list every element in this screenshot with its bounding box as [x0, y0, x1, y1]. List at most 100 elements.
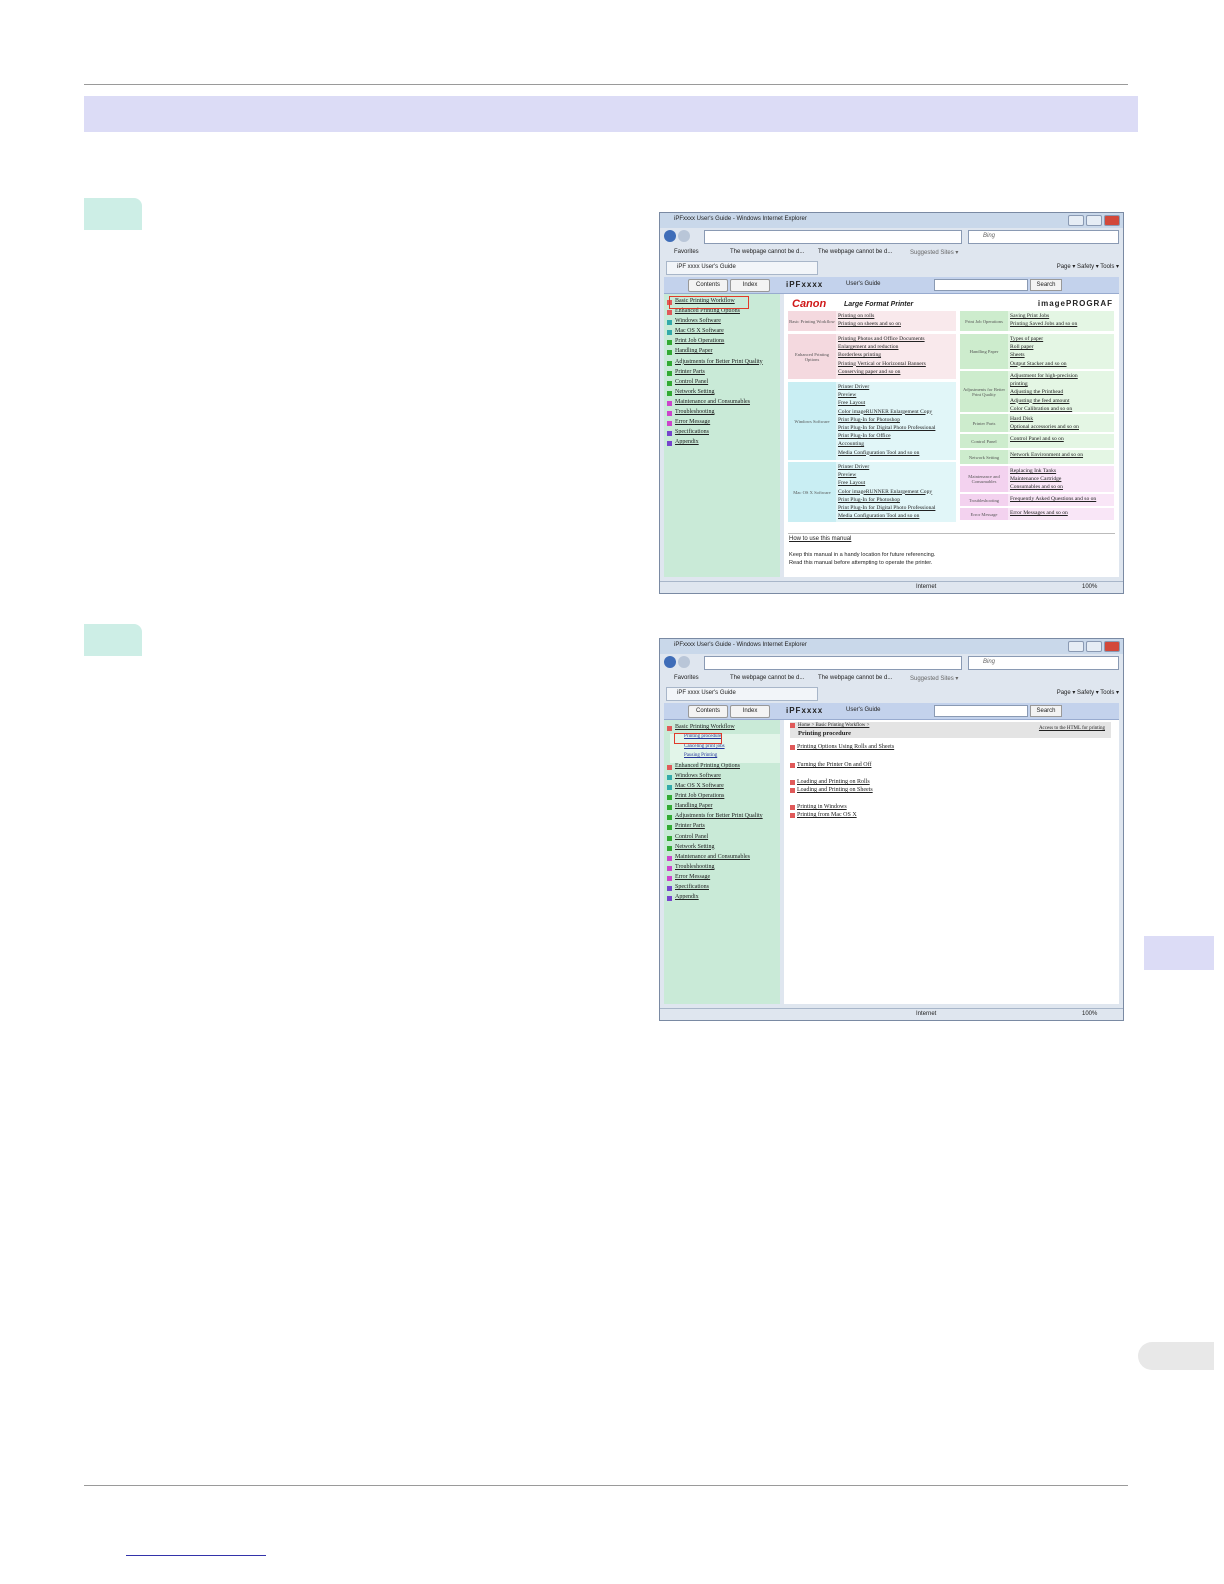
browser-tab[interactable]: iPF xxxx User's Guide	[666, 261, 818, 275]
sidebar-item-13[interactable]: Specifications	[664, 884, 780, 894]
url-input[interactable]	[704, 230, 962, 244]
right-cell-0-link-1[interactable]: Printing Saved Jobs and so on	[1010, 320, 1077, 328]
right-cell-4-link-0[interactable]: Control Panel and so on	[1010, 435, 1064, 443]
left-cell-0-link-0[interactable]: Printing on rolls	[838, 312, 901, 320]
breadcrumb[interactable]: Home > Basic Printing Workflow >	[798, 723, 869, 728]
guide-search-input[interactable]	[934, 705, 1028, 717]
how-to-link[interactable]: How to use this manual	[789, 536, 851, 542]
access-html-link[interactable]: Access to the HTML for printing	[1039, 726, 1105, 731]
close-icon[interactable]	[1104, 641, 1120, 652]
link-6[interactable]: Printing from Mac OS X	[790, 812, 857, 818]
left-cell-3-link-5[interactable]: Print Plug-In for Digital Photo Professi…	[838, 504, 935, 512]
sidebar-item-1[interactable]: Enhanced Printing Options	[664, 308, 780, 318]
left-cell-1-link-0[interactable]: Printing Photos and Office Documents	[838, 335, 926, 343]
left-cell-2-link-6[interactable]: Print Plug-In for Office	[838, 432, 935, 440]
maximize-icon[interactable]	[1086, 215, 1102, 226]
sidebar-item-6[interactable]: Adjustments for Better Print Quality	[664, 359, 780, 369]
sidebar-subitem-2[interactable]: Pausing Printing	[670, 753, 780, 763]
link-4[interactable]: Loading and Printing on Sheets	[790, 787, 873, 793]
command-bar[interactable]: Page ▾ Safety ▾ Tools ▾	[1057, 689, 1119, 696]
left-cell-1-link-2[interactable]: Borderless printing	[838, 351, 926, 359]
left-cell-3-link-1[interactable]: Preview	[838, 471, 935, 479]
sidebar-item-10[interactable]: Maintenance and Consumables	[664, 854, 780, 864]
forward-icon[interactable]	[678, 656, 690, 668]
sidebar-item-4[interactable]: Print Job Operations	[664, 338, 780, 348]
suggested-sites[interactable]: Suggested Sites ▾	[910, 675, 958, 682]
zoom-label[interactable]: 100%	[1082, 1011, 1097, 1017]
right-cell-2-link-2[interactable]: Adjusting the Printhead	[1010, 388, 1078, 396]
left-cell-3-link-0[interactable]: Printer Driver	[838, 463, 935, 471]
sidebar-item-8[interactable]: Control Panel	[664, 379, 780, 389]
right-cell-2-link-4[interactable]: Color Calibration and so on	[1010, 405, 1078, 413]
left-cell-1-link-1[interactable]: Enlargement and reduction	[838, 343, 926, 351]
right-cell-1-link-0[interactable]: Types of paper	[1010, 335, 1067, 343]
sidebar-item-5[interactable]: Handling Paper	[664, 348, 780, 358]
right-cell-5-link-0[interactable]: Network Environment and so on	[1010, 451, 1083, 459]
right-cell-0-link-0[interactable]: Saving Print Jobs	[1010, 312, 1077, 320]
fav-link-2[interactable]: The webpage cannot be d...	[818, 675, 892, 681]
index-button[interactable]: Index	[730, 705, 770, 718]
minimize-icon[interactable]	[1068, 641, 1084, 652]
right-cell-2-link-1[interactable]: printing	[1010, 380, 1078, 388]
link-5[interactable]: Printing in Windows	[790, 804, 847, 810]
sidebar-subitem-1[interactable]: Canceling print jobs	[670, 743, 780, 754]
left-cell-2-link-1[interactable]: Preview	[838, 391, 935, 399]
favorites-button[interactable]: Favorites	[674, 249, 699, 255]
command-bar[interactable]: Page ▾ Safety ▾ Tools ▾	[1057, 263, 1119, 270]
link-3[interactable]: Loading and Printing on Rolls	[790, 779, 870, 785]
link-2[interactable]: Turning the Printer On and Off	[790, 762, 872, 768]
sidebar-item-1[interactable]: Enhanced Printing Options	[664, 763, 780, 773]
right-cell-1-link-2[interactable]: Sheets	[1010, 351, 1067, 359]
forward-icon[interactable]	[678, 230, 690, 242]
contents-button[interactable]: Contents	[688, 279, 728, 292]
left-cell-2-link-2[interactable]: Free Layout	[838, 399, 935, 407]
sidebar-item-2[interactable]: Windows Software	[664, 318, 780, 328]
sidebar-item-5[interactable]: Handling Paper	[664, 803, 780, 813]
sidebar-item-10[interactable]: Maintenance and Consumables	[664, 399, 780, 409]
left-cell-2-link-4[interactable]: Print Plug-In for Photoshop	[838, 416, 935, 424]
favorites-button[interactable]: Favorites	[674, 675, 699, 681]
zoom-label[interactable]: 100%	[1082, 584, 1097, 590]
right-cell-2-link-0[interactable]: Adjustment for high-precision	[1010, 372, 1078, 380]
sidebar-item-6[interactable]: Adjustments for Better Print Quality	[664, 813, 780, 823]
left-cell-3-link-6[interactable]: Media Configuration Tool and so on	[838, 512, 935, 520]
left-cell-3-link-3[interactable]: Color imageRUNNER Enlargement Copy	[838, 488, 935, 496]
right-cell-6-link-2[interactable]: Consumables and so on	[1010, 483, 1063, 491]
right-cell-1-link-1[interactable]: Roll paper	[1010, 343, 1067, 351]
sidebar-item-7[interactable]: Printer Parts	[664, 823, 780, 833]
right-cell-2-link-3[interactable]: Adjusting the feed amount	[1010, 397, 1078, 405]
right-cell-3-link-1[interactable]: Optional accessories and so on	[1010, 423, 1079, 431]
contents-button[interactable]: Contents	[688, 705, 728, 718]
maximize-icon[interactable]	[1086, 641, 1102, 652]
left-cell-0-link-1[interactable]: Printing on sheets and so on	[838, 320, 901, 328]
sidebar-item-2[interactable]: Windows Software	[664, 773, 780, 783]
left-cell-1-link-4[interactable]: Conserving paper and so on	[838, 368, 926, 376]
sidebar-item-13[interactable]: Specifications	[664, 429, 780, 439]
left-cell-3-link-4[interactable]: Print Plug-In for Photoshop	[838, 496, 935, 504]
fav-link-1[interactable]: The webpage cannot be d...	[730, 675, 804, 681]
search-input[interactable]: Bing	[968, 656, 1119, 670]
sidebar-item-4[interactable]: Print Job Operations	[664, 793, 780, 803]
search-input[interactable]: Bing	[968, 230, 1119, 244]
link-1[interactable]: Printing Options Using Rolls and Sheets	[790, 744, 894, 750]
sidebar-item-3[interactable]: Mac OS X Software	[664, 783, 780, 793]
right-cell-3-link-0[interactable]: Hard Disk	[1010, 415, 1079, 423]
index-button[interactable]: Index	[730, 279, 770, 292]
left-cell-2-link-7[interactable]: Accounting	[838, 440, 935, 448]
guide-search-button[interactable]: Search	[1030, 705, 1062, 717]
right-cell-8-link-0[interactable]: Error Messages and so on	[1010, 509, 1068, 517]
close-icon[interactable]	[1104, 215, 1120, 226]
browser-tab[interactable]: iPF xxxx User's Guide	[666, 687, 818, 701]
guide-search-input[interactable]	[934, 279, 1028, 291]
right-cell-6-link-0[interactable]: Replacing Ink Tanks	[1010, 467, 1063, 475]
left-cell-2-link-8[interactable]: Media Configuration Tool and so on	[838, 449, 935, 457]
left-cell-2-link-5[interactable]: Print Plug-In for Digital Photo Professi…	[838, 424, 935, 432]
left-cell-2-link-0[interactable]: Printer Driver	[838, 383, 935, 391]
right-cell-7-link-0[interactable]: Frequently Asked Questions and so on	[1010, 495, 1096, 503]
sidebar-item-9[interactable]: Network Setting	[664, 844, 780, 854]
sidebar-item-12[interactable]: Error Message	[664, 874, 780, 884]
sidebar-item-9[interactable]: Network Setting	[664, 389, 780, 399]
url-input[interactable]	[704, 656, 962, 670]
suggested-sites[interactable]: Suggested Sites ▾	[910, 249, 958, 256]
sidebar-item-7[interactable]: Printer Parts	[664, 369, 780, 379]
